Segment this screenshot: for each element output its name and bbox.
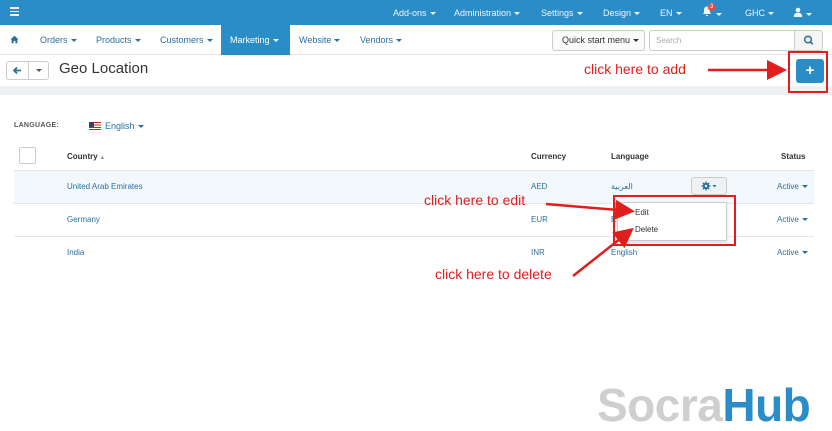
add-annotation: click here to add [584,61,686,77]
annotation-arrows [545,60,787,277]
delete-arrow [572,227,634,277]
watermark-part2: Hub [722,379,811,431]
edit-annotation: click here to edit [424,192,526,208]
watermark-part1: Socra [597,379,723,431]
delete-annotation: click here to delete [435,266,552,282]
edit-arrow [545,199,635,220]
watermark-logo: SocraHub [597,379,811,431]
